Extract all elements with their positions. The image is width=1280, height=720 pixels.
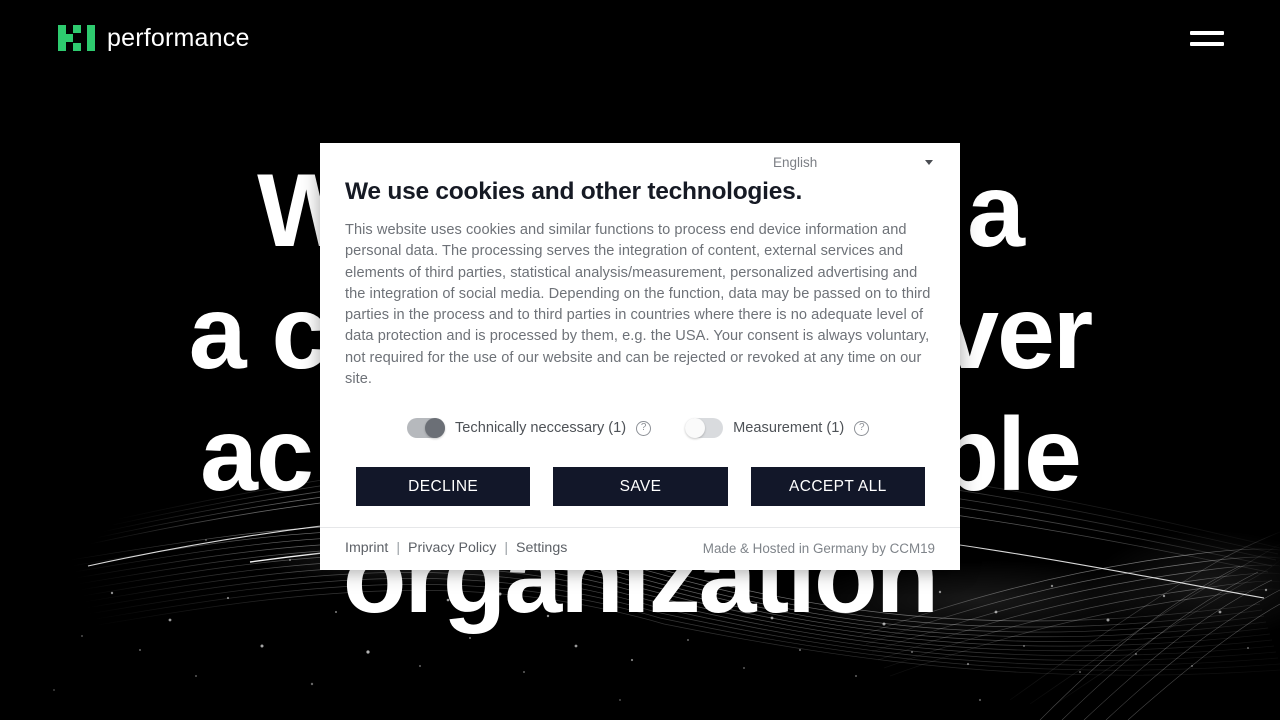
ki-performance-logo-mark — [58, 25, 95, 51]
hamburger-menu-icon[interactable] — [1190, 25, 1224, 51]
footer-separator-1: | — [396, 540, 401, 557]
toggle-knob — [425, 418, 445, 439]
hero-line-2-right: ver — [941, 275, 1093, 391]
save-button[interactable]: SAVE — [553, 467, 728, 507]
top-navigation-bar: performance — [0, 0, 1280, 76]
toggle-technically-necessary: Technically neccessary (1) ? — [407, 418, 652, 439]
footer-link-imprint[interactable]: Imprint — [345, 540, 388, 556]
toggle-technically-necessary-label: Technically neccessary (1) — [455, 420, 627, 437]
footer-link-privacy-policy[interactable]: Privacy Policy — [408, 540, 496, 556]
language-row: English — [345, 151, 935, 172]
brand-logo[interactable]: performance — [58, 24, 250, 53]
hamburger-bar-2 — [1190, 41, 1224, 46]
accept-all-button[interactable]: ACCEPT ALL — [750, 467, 925, 507]
consent-toggles-row: Technically neccessary (1) ? Measurement… — [407, 418, 935, 439]
footer-links: Imprint | Privacy Policy | Settings — [345, 540, 567, 556]
footer-link-settings[interactable]: Settings — [516, 540, 567, 556]
page-root: W a a c ver ac ble organization performa — [0, 0, 1280, 720]
help-circle-icon-measurement[interactable]: ? — [854, 420, 870, 436]
cookie-consent-dialog: English We use cookies and other technol… — [320, 143, 960, 571]
help-circle-icon-technically-necessary[interactable]: ? — [636, 420, 652, 436]
toggle-measurement-label: Measurement (1) — [733, 420, 845, 437]
dialog-actions: DECLINE SAVE ACCEPT ALL — [356, 467, 925, 507]
dialog-body: English We use cookies and other technol… — [320, 143, 960, 507]
decline-button[interactable]: DECLINE — [356, 467, 531, 507]
hero-line-1-right: a — [967, 153, 1025, 269]
language-select[interactable]: English — [755, 155, 935, 170]
dialog-title: We use cookies and other technologies. — [345, 178, 803, 205]
dialog-footer: Imprint | Privacy Policy | Settings Made… — [320, 527, 960, 570]
footer-credit: Made & Hosted in Germany by CCM19 — [702, 540, 935, 556]
language-selected-value: English — [773, 155, 818, 170]
brand-wordmark: performance — [107, 23, 250, 52]
dialog-description: This website uses cookies and similar fu… — [345, 222, 931, 388]
toggle-technically-necessary-switch[interactable] — [407, 418, 445, 439]
toggle-measurement: Measurement (1) ? — [685, 418, 870, 439]
chevron-down-icon — [925, 160, 933, 165]
hamburger-bar-1 — [1190, 30, 1224, 35]
hero-line-2-left: a c — [188, 275, 330, 391]
footer-separator-2: | — [504, 540, 509, 557]
hero-line-3-left: ac — [200, 397, 314, 513]
toggle-knob — [685, 418, 706, 439]
toggle-measurement-switch[interactable] — [685, 418, 724, 439]
